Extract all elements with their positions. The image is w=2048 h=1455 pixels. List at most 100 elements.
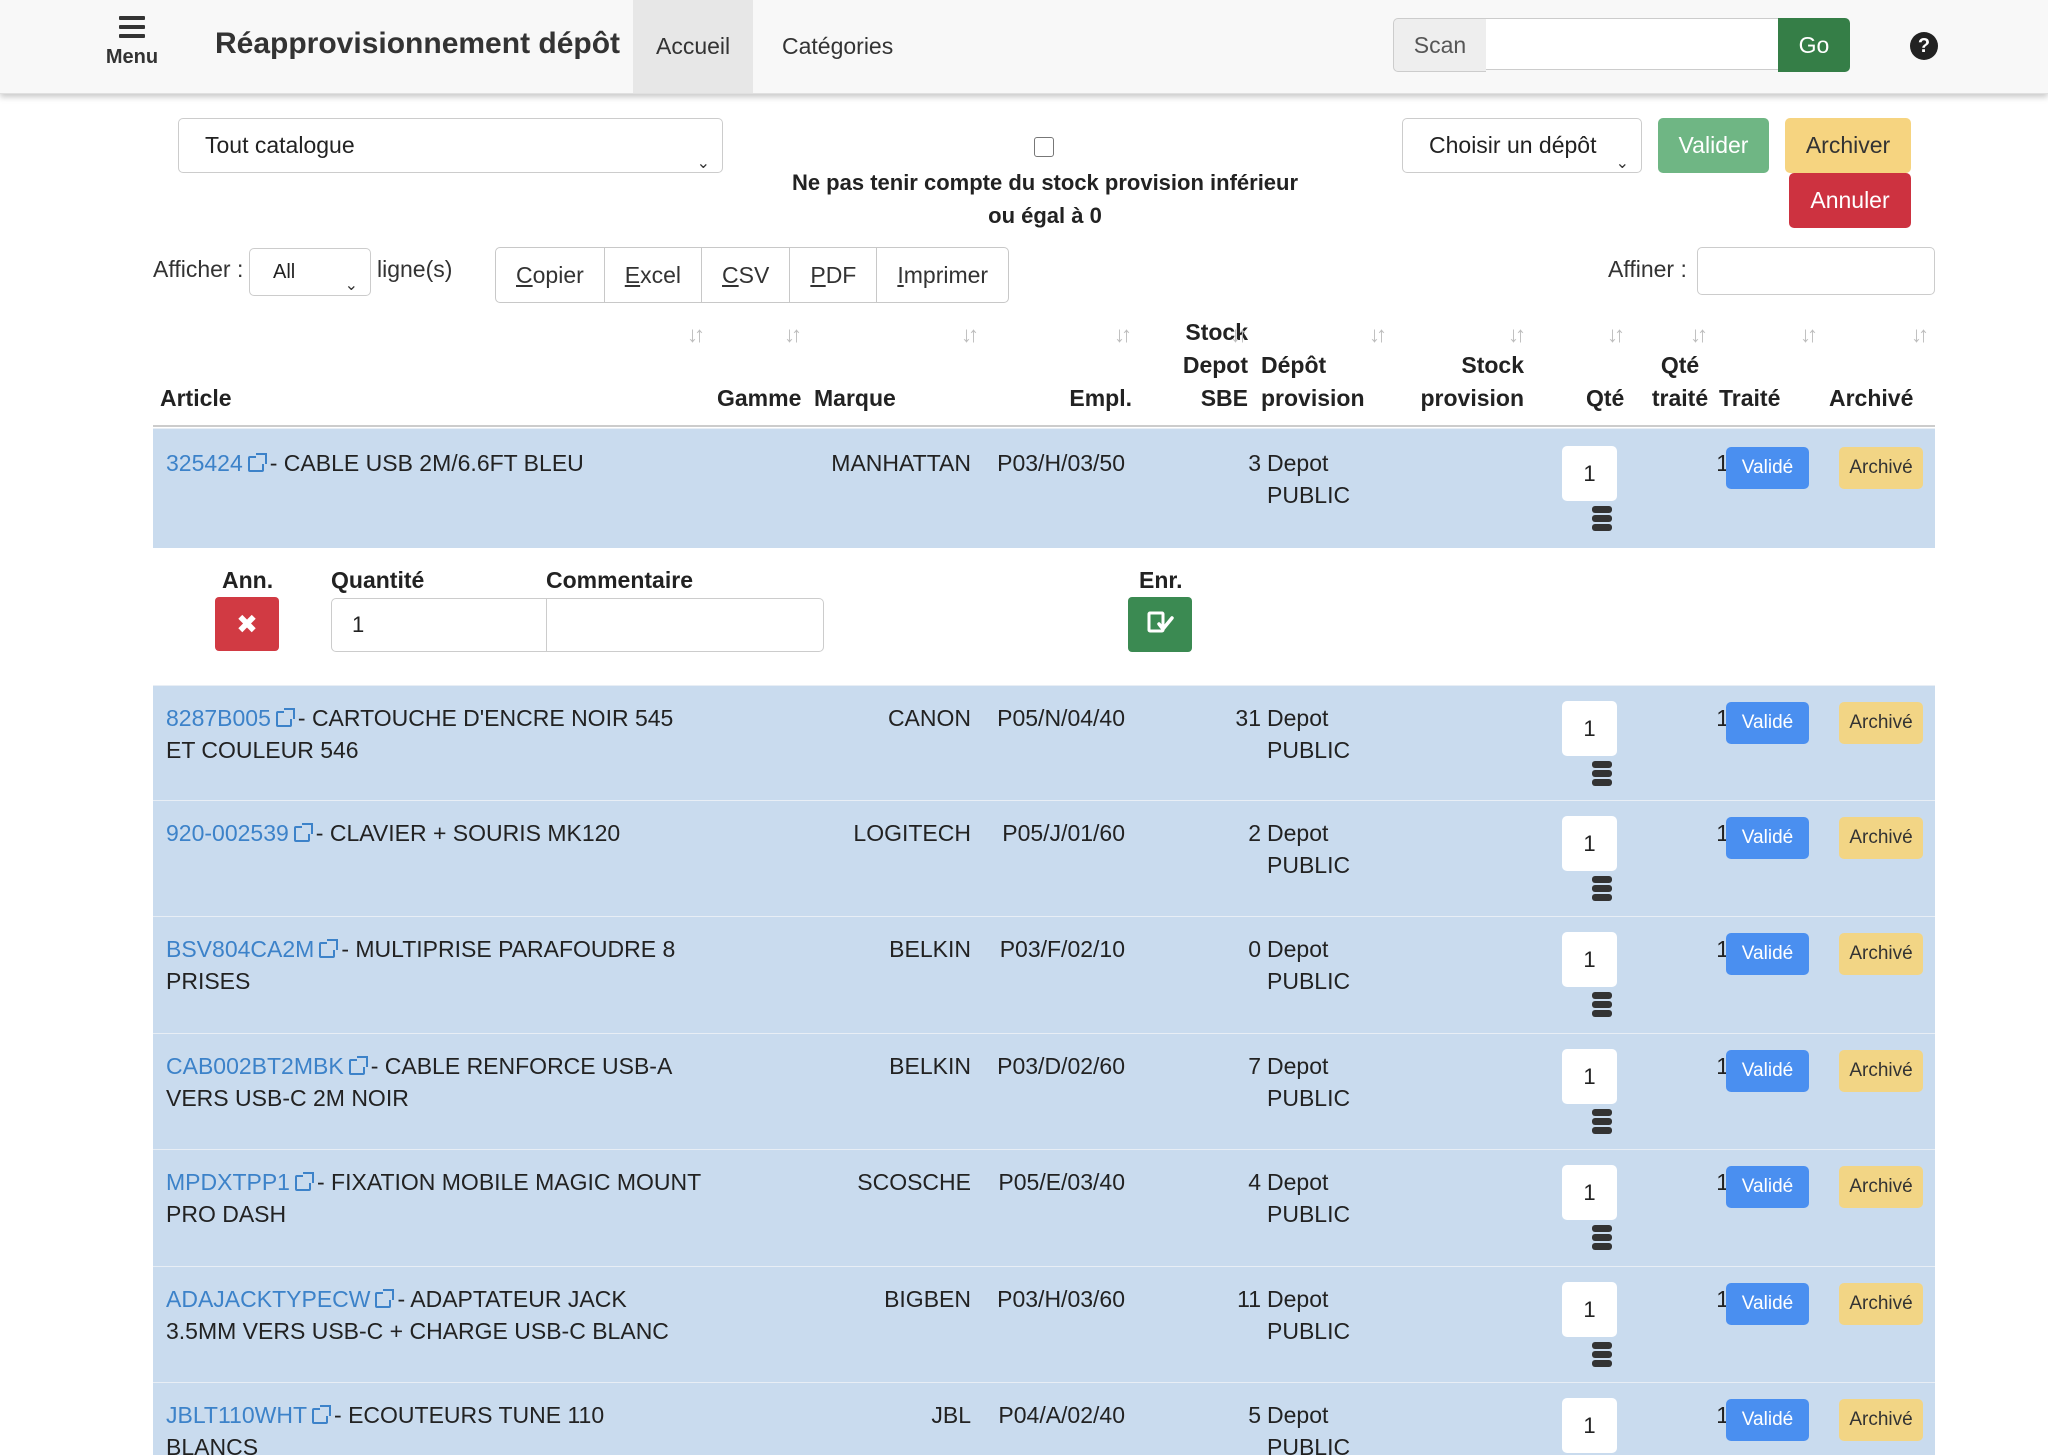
database-icon[interactable]	[1592, 1109, 1612, 1135]
tab-accueil[interactable]: Accueil	[633, 0, 754, 93]
table-row[interactable]: CAB002BT2MBK - CABLE RENFORCE USB-A VERS U…	[153, 1033, 1935, 1150]
sort-icon[interactable]: ↓↑	[1114, 322, 1132, 348]
archive-badge[interactable]: Archivé	[1839, 1283, 1923, 1325]
quantite-input[interactable]: 1	[331, 598, 547, 652]
imprimer-button[interactable]: Imprimer	[877, 248, 1008, 302]
archive-badge[interactable]: Archivé	[1839, 702, 1923, 744]
sort-icon[interactable]: ↓↑	[1369, 322, 1387, 348]
article-code-link[interactable]: BSV804CA2M	[166, 936, 314, 962]
qty-box[interactable]: 1	[1562, 816, 1617, 871]
col-marque[interactable]: Marque	[814, 382, 896, 415]
page-length-select[interactable]: All ⌄	[249, 248, 371, 296]
copier-button[interactable]: Copier	[496, 248, 605, 302]
archive-badge[interactable]: Archivé	[1839, 817, 1923, 859]
article-code-link[interactable]: ADAJACKTYPECW	[166, 1286, 370, 1312]
database-icon[interactable]	[1592, 876, 1612, 902]
col-gamme[interactable]: Gamme	[717, 382, 801, 415]
sort-icon[interactable]: ↓↑	[1607, 322, 1625, 348]
qty-box[interactable]: 1	[1562, 1398, 1617, 1453]
cancel-edit-button[interactable]: ✖	[215, 597, 279, 651]
sort-icon[interactable]: ↓↑	[1508, 322, 1526, 348]
database-icon[interactable]	[1592, 506, 1612, 532]
sort-icon[interactable]: ↓↑	[687, 322, 705, 348]
external-link-icon[interactable]	[275, 708, 295, 727]
article-code-link[interactable]: MPDXTPP1	[166, 1169, 290, 1195]
external-link-icon[interactable]	[348, 1056, 368, 1075]
valide-badge[interactable]: Validé	[1726, 933, 1809, 975]
csv-button[interactable]: CSV	[702, 248, 791, 302]
article-code-link[interactable]: JBLT110WHT	[166, 1402, 307, 1428]
col-qte-traite[interactable]: Qté traité	[1650, 349, 1710, 415]
excel-button[interactable]: Excel	[605, 248, 703, 302]
annuler-button[interactable]: Annuler	[1789, 173, 1911, 228]
menu-button[interactable]: Menu	[102, 14, 162, 69]
col-depot-provision[interactable]: Dépôt provision	[1261, 349, 1365, 415]
col-qte[interactable]: Qté	[1586, 382, 1624, 415]
valide-badge[interactable]: Validé	[1726, 1166, 1809, 1208]
col-archive[interactable]: Archivé	[1829, 382, 1913, 415]
table-row[interactable]: JBLT110WHT - ECOUTEURS TUNE 110 BLANCS JBL…	[153, 1382, 1935, 1455]
valide-badge[interactable]: Validé	[1726, 447, 1809, 489]
go-button[interactable]: Go	[1778, 18, 1850, 72]
database-icon[interactable]	[1592, 1225, 1612, 1251]
valider-button[interactable]: Valider	[1658, 118, 1769, 173]
article-code-link[interactable]: CAB002BT2MBK	[166, 1053, 344, 1079]
external-link-icon[interactable]	[293, 823, 313, 842]
pdf-button[interactable]: PDF	[790, 248, 878, 302]
sort-icon[interactable]: ↓↑	[1690, 322, 1708, 348]
external-link-icon[interactable]	[375, 1289, 395, 1308]
col-empl[interactable]: Empl.	[1030, 382, 1132, 415]
qty-box[interactable]: 1	[1562, 932, 1617, 987]
article-code-link[interactable]: 325424	[166, 450, 243, 476]
archive-badge[interactable]: Archivé	[1839, 1399, 1923, 1441]
col-stock-provision[interactable]: Stock provision	[1400, 349, 1524, 415]
external-link-icon[interactable]	[312, 1405, 332, 1424]
sort-icon[interactable]: ↓↑	[1800, 322, 1818, 348]
archive-badge[interactable]: Archivé	[1839, 933, 1923, 975]
commentaire-input[interactable]	[546, 598, 824, 652]
app-title[interactable]: Réapprovisionnement dépôt	[215, 27, 620, 61]
external-link-icon[interactable]	[247, 453, 267, 472]
col-traite[interactable]: Traité	[1719, 382, 1780, 415]
sort-icon[interactable]: ↓↑	[1911, 322, 1929, 348]
external-link-icon[interactable]	[294, 1172, 314, 1191]
qty-box[interactable]: 1	[1562, 1282, 1617, 1337]
affiner-input[interactable]	[1697, 247, 1935, 295]
save-edit-button[interactable]	[1128, 597, 1192, 652]
valide-badge[interactable]: Validé	[1726, 1283, 1809, 1325]
valide-badge[interactable]: Validé	[1726, 817, 1809, 859]
sort-icon[interactable]: ↓↑	[1230, 322, 1248, 348]
ignore-stock-checkbox[interactable]	[1034, 137, 1054, 157]
valide-badge[interactable]: Validé	[1726, 702, 1809, 744]
valide-badge[interactable]: Validé	[1726, 1399, 1809, 1441]
table-row[interactable]: ADAJACKTYPECW - ADAPTATEUR JACK 3.5MM VERS…	[153, 1266, 1935, 1383]
article-code-link[interactable]: 920-002539	[166, 820, 289, 846]
scan-input[interactable]	[1486, 18, 1778, 70]
database-icon[interactable]	[1592, 761, 1612, 787]
article-code-link[interactable]: 8287B005	[166, 705, 271, 731]
qty-box[interactable]: 1	[1562, 1049, 1617, 1104]
archiver-button[interactable]: Archiver	[1785, 118, 1911, 173]
sort-icon[interactable]: ↓↑	[784, 322, 802, 348]
catalog-select[interactable]: Tout catalogue ⌄	[178, 118, 723, 173]
external-link-icon[interactable]	[319, 939, 339, 958]
sort-icon[interactable]: ↓↑	[961, 322, 979, 348]
database-icon[interactable]	[1592, 1342, 1612, 1368]
qty-box[interactable]: 1	[1562, 446, 1617, 501]
archive-badge[interactable]: Archivé	[1839, 447, 1923, 489]
col-article[interactable]: Article	[160, 382, 232, 415]
table-row[interactable]: 920-002539 - CLAVIER + SOURIS MK120 LOGIT…	[153, 800, 1935, 917]
table-row[interactable]: 325424 - CABLE USB 2M/6.6FT BLEU MANHATTA…	[153, 428, 1935, 549]
table-row[interactable]: MPDXTPP1 - FIXATION MOBILE MAGIC MOUNT PRO…	[153, 1149, 1935, 1267]
tab-categories[interactable]: Catégories	[759, 0, 916, 93]
database-icon[interactable]	[1592, 992, 1612, 1018]
valide-badge[interactable]: Validé	[1726, 1050, 1809, 1092]
archive-badge[interactable]: Archivé	[1839, 1166, 1923, 1208]
question-circle-icon[interactable]: ?	[1910, 32, 1938, 60]
table-row[interactable]: 8287B005 - CARTOUCHE D'ENCRE NOIR 545 ET C…	[153, 685, 1935, 801]
table-row[interactable]: BSV804CA2M - MULTIPRISE PARAFOUDRE 8 PRISE…	[153, 916, 1935, 1034]
depot-select[interactable]: Choisir un dépôt ⌄	[1402, 118, 1642, 173]
qty-box[interactable]: 1	[1562, 701, 1617, 756]
qty-box[interactable]: 1	[1562, 1165, 1617, 1220]
archive-badge[interactable]: Archivé	[1839, 1050, 1923, 1092]
